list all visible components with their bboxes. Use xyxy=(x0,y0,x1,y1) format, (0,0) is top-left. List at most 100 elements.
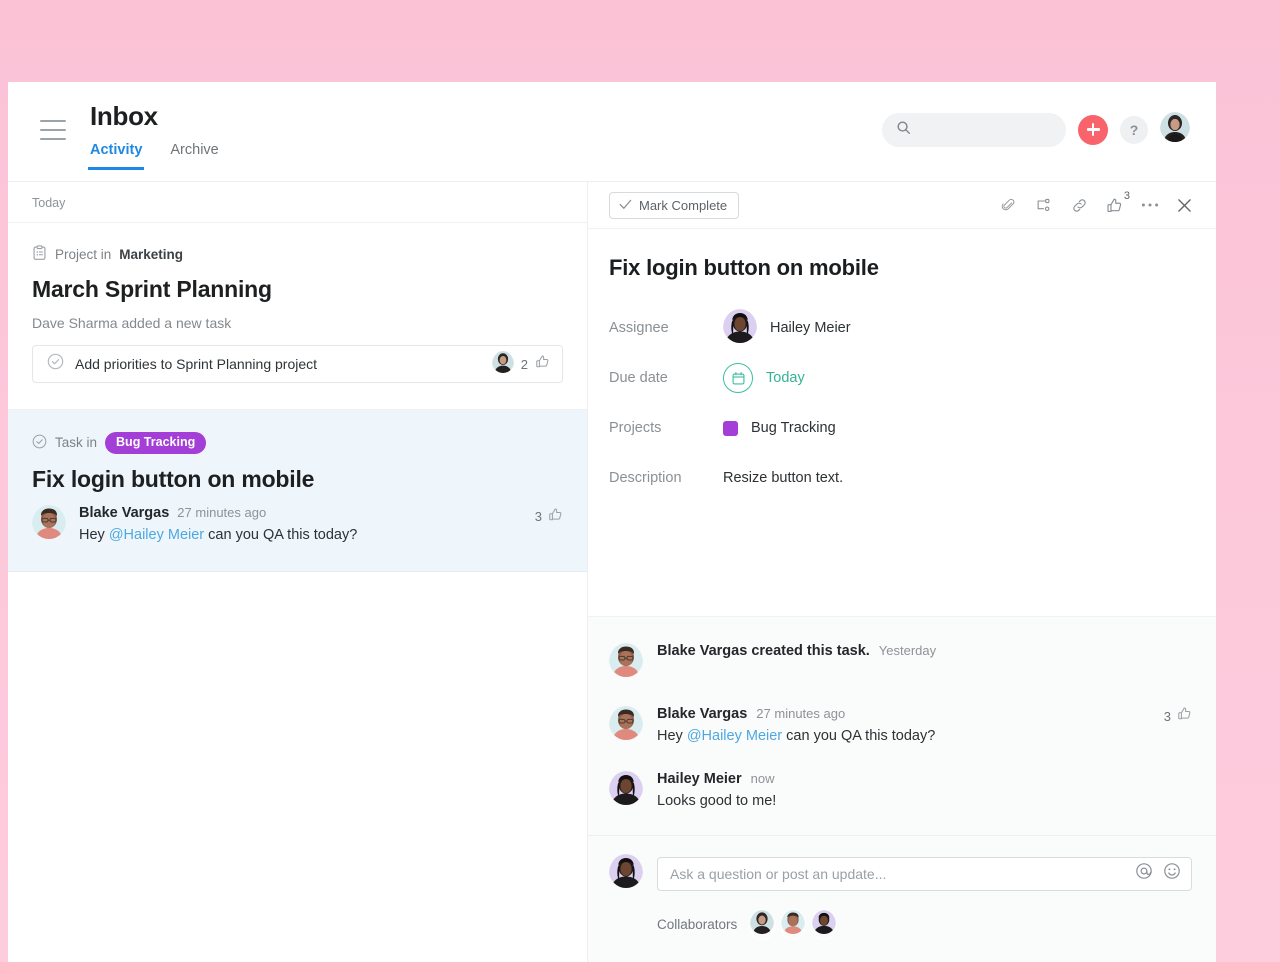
comment-head: Blake Vargas 27 minutes ago xyxy=(79,505,522,521)
link-icon[interactable] xyxy=(1071,197,1088,214)
checkbox-icon[interactable] xyxy=(47,353,64,375)
page-title: Inbox xyxy=(90,101,158,131)
like-icon[interactable] xyxy=(1177,706,1192,726)
field-assignee[interactable]: Assignee Hailey Meier xyxy=(609,303,1192,353)
field-due-date[interactable]: Due date Today xyxy=(609,353,1192,403)
inbox-comment: Blake Vargas 27 minutes ago Hey @Hailey … xyxy=(32,504,563,545)
activity-text-suffix: can you QA this today? xyxy=(782,728,936,745)
field-value-description: Resize button text. xyxy=(723,470,844,486)
more-icon[interactable] xyxy=(1141,202,1159,208)
like-count: 2 xyxy=(520,356,528,372)
field-projects[interactable]: Projects Bug Tracking xyxy=(609,403,1192,453)
like-icon[interactable] xyxy=(548,507,563,527)
field-label-description: Description xyxy=(609,470,682,486)
help-button[interactable]: ? xyxy=(1120,115,1148,144)
avatar-hailey-meier[interactable] xyxy=(723,309,757,347)
mention-hailey-meier[interactable]: @Hailey Meier xyxy=(109,527,204,543)
search-box[interactable] xyxy=(882,112,1066,147)
avatar-blake-vargas[interactable] xyxy=(609,643,643,682)
avatar-current-user[interactable] xyxy=(609,854,643,893)
item-context-prefix: Project in xyxy=(55,247,112,262)
inbox-list-pane: Today Project in Marketing March Sprint … xyxy=(8,182,588,962)
project-name: Bug Tracking xyxy=(751,420,836,436)
composer-row xyxy=(609,854,1192,893)
activity-entry-comment: Blake Vargas 27 minutes ago Hey @Hailey … xyxy=(609,706,1192,746)
avatar-current-user[interactable] xyxy=(1160,112,1190,147)
subtask-icon[interactable] xyxy=(1035,197,1053,214)
composer-icon-group xyxy=(1135,862,1181,885)
comment-input-box[interactable] xyxy=(657,856,1192,891)
task-card-meta: 2 xyxy=(491,350,550,378)
like-icon[interactable]: 3 xyxy=(1106,190,1130,214)
comment-text: Hey @Hailey Meier can you QA this today? xyxy=(79,525,522,545)
activity-text: Hey @Hailey Meier can you QA this today? xyxy=(657,726,1150,746)
like-count: 3 xyxy=(1163,708,1171,724)
task-card-title: Add priorities to Sprint Planning projec… xyxy=(75,356,318,372)
task-detail-main: Fix login button on mobile Assignee Hail… xyxy=(588,229,1216,503)
activity-text-prefix: Hey xyxy=(657,728,687,745)
comment-input[interactable] xyxy=(670,865,1135,882)
comment-text-prefix: Hey xyxy=(79,526,109,543)
mark-complete-label: Mark Complete xyxy=(639,197,728,213)
activity-entry-created: Blake Vargas created this task. Yesterda… xyxy=(609,643,1192,682)
activity-time: now xyxy=(750,770,775,786)
project-color-swatch xyxy=(723,420,738,436)
activity-author: Hailey Meier xyxy=(657,770,742,787)
tab-activity[interactable]: Activity xyxy=(87,142,145,170)
mention-hailey-meier[interactable]: @Hailey Meier xyxy=(687,728,782,744)
tab-bar: Activity Archive xyxy=(87,142,219,170)
activity-body: Blake Vargas created this task. Yesterda… xyxy=(657,643,1192,659)
avatar-blake-vargas[interactable] xyxy=(609,706,643,745)
body-split: Today Project in Marketing March Sprint … xyxy=(8,182,1216,962)
day-header: Today xyxy=(8,182,587,223)
field-label-assignee: Assignee xyxy=(609,320,669,336)
comment-text-suffix: can you QA this today? xyxy=(204,526,358,543)
item-context: Project in Marketing xyxy=(32,245,563,264)
activity-text: Looks good to me! xyxy=(657,792,777,809)
avatar-collaborator-2[interactable] xyxy=(780,909,807,940)
comment-body: Blake Vargas 27 minutes ago Hey @Hailey … xyxy=(79,505,522,545)
activity-time: Yesterday xyxy=(878,643,937,659)
avatar-blake-vargas[interactable] xyxy=(32,504,66,544)
avatar-assignee[interactable] xyxy=(491,350,514,378)
item-context-target: Marketing xyxy=(119,247,184,262)
field-description[interactable]: Description Resize button text. xyxy=(609,453,1192,503)
check-icon xyxy=(619,198,632,213)
comment-like-group: 3 xyxy=(535,507,563,527)
mark-complete-button[interactable]: Mark Complete xyxy=(609,191,740,219)
inbox-item-fix-login-button[interactable]: Task in Bug Tracking Fix login button on… xyxy=(8,409,587,572)
avatar-collaborator-1[interactable] xyxy=(749,909,776,940)
like-count: 3 xyxy=(534,509,542,524)
attachment-icon[interactable] xyxy=(1000,197,1017,214)
search-icon xyxy=(896,120,911,140)
search-input[interactable] xyxy=(919,122,1059,137)
inbox-item-march-sprint-planning[interactable]: Project in Marketing March Sprint Planni… xyxy=(8,223,587,409)
avatar-hailey-meier[interactable] xyxy=(609,770,643,810)
at-mention-icon[interactable] xyxy=(1135,862,1153,885)
project-chip[interactable]: Bug Tracking xyxy=(105,432,207,454)
collaborators-row: Collaborators xyxy=(657,909,1192,940)
emoji-icon[interactable] xyxy=(1163,862,1181,885)
detail-spacer xyxy=(588,503,1216,616)
activity-body: Blake Vargas 27 minutes ago Hey @Hailey … xyxy=(657,706,1150,746)
menu-icon[interactable] xyxy=(40,120,66,140)
field-label-due-date: Due date xyxy=(609,370,668,386)
task-card[interactable]: Add priorities to Sprint Planning projec… xyxy=(32,345,563,383)
tab-archive[interactable]: Archive xyxy=(170,142,218,169)
toolbar-icon-group: 3 xyxy=(1000,190,1192,214)
like-count-badge: 3 xyxy=(1123,189,1130,202)
item-subtitle: Dave Sharma added a new task xyxy=(32,315,232,331)
activity-body: Hailey Meier now Looks good to me! xyxy=(657,771,1192,811)
comment-author: Blake Vargas xyxy=(79,504,170,521)
add-button[interactable] xyxy=(1078,114,1108,145)
like-icon[interactable] xyxy=(535,354,550,374)
due-date-value: Today xyxy=(766,370,805,386)
field-value-projects: Bug Tracking xyxy=(723,420,836,436)
activity-head: Hailey Meier now xyxy=(657,771,1192,787)
activity-entry-reply: Hailey Meier now Looks good to me! xyxy=(609,770,1192,811)
item-context-prefix: Task in xyxy=(55,435,98,451)
close-icon[interactable] xyxy=(1177,198,1192,213)
field-value-due-date: Today xyxy=(723,363,805,393)
calendar-icon[interactable] xyxy=(723,363,753,393)
avatar-collaborator-3[interactable] xyxy=(811,909,838,940)
